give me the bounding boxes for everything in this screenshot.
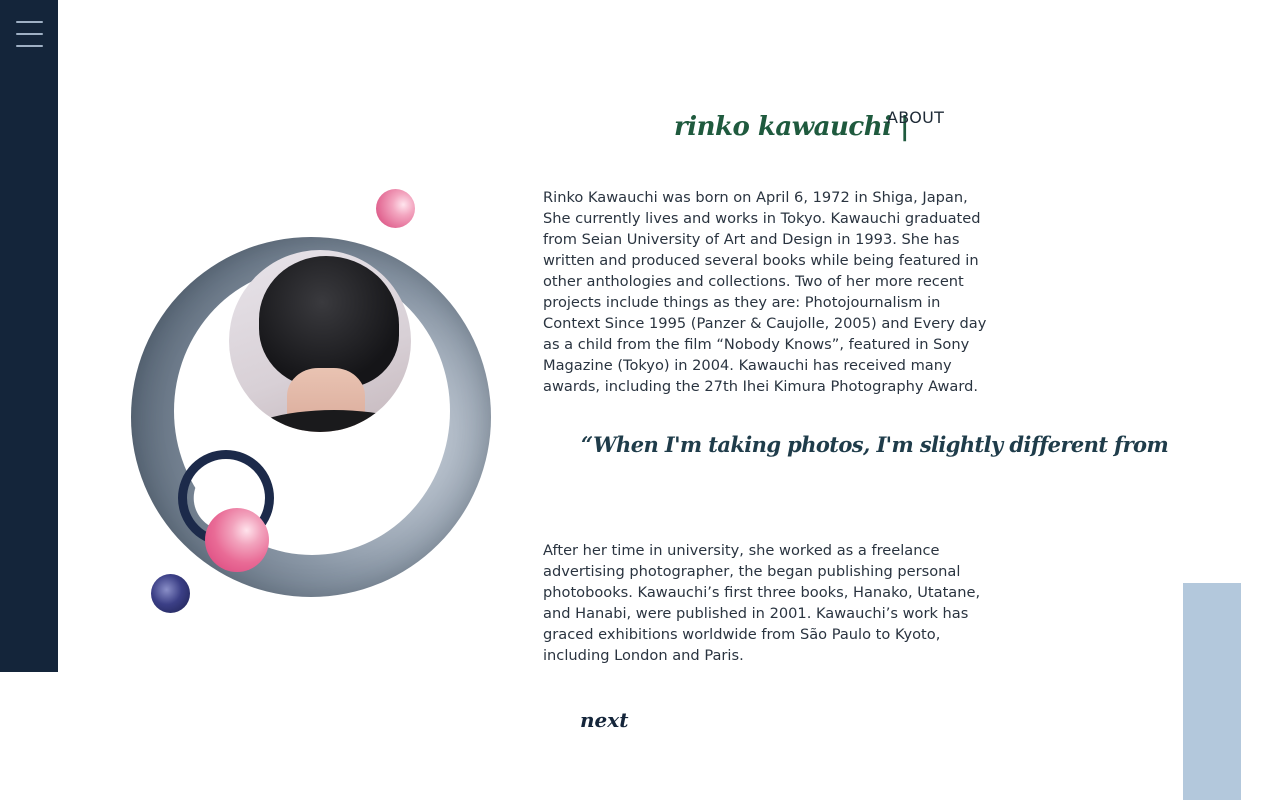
next-link[interactable]: next (580, 708, 628, 732)
decorative-blue-block (1183, 583, 1241, 800)
galaxy-circle-image (151, 574, 190, 613)
bio-paragraph-1: Rinko Kawauchi was born on April 6, 1972… (543, 189, 987, 395)
pink-circle-image (205, 508, 269, 572)
nav-about-link[interactable]: ABOUT (887, 108, 944, 127)
artist-quote: “When I'm taking photos, I'm slightly di… (581, 432, 1169, 457)
page-title: rinko kawauchi | (674, 112, 910, 142)
menu-line (16, 33, 43, 35)
sidebar (0, 0, 58, 672)
hamburger-menu-icon[interactable] (16, 21, 43, 47)
menu-line (16, 21, 43, 23)
pink-small-circle-image (376, 189, 415, 228)
bio-paragraph-2: After her time in university, she worked… (543, 542, 981, 664)
portrait-photo (229, 250, 411, 432)
menu-line (16, 45, 43, 47)
